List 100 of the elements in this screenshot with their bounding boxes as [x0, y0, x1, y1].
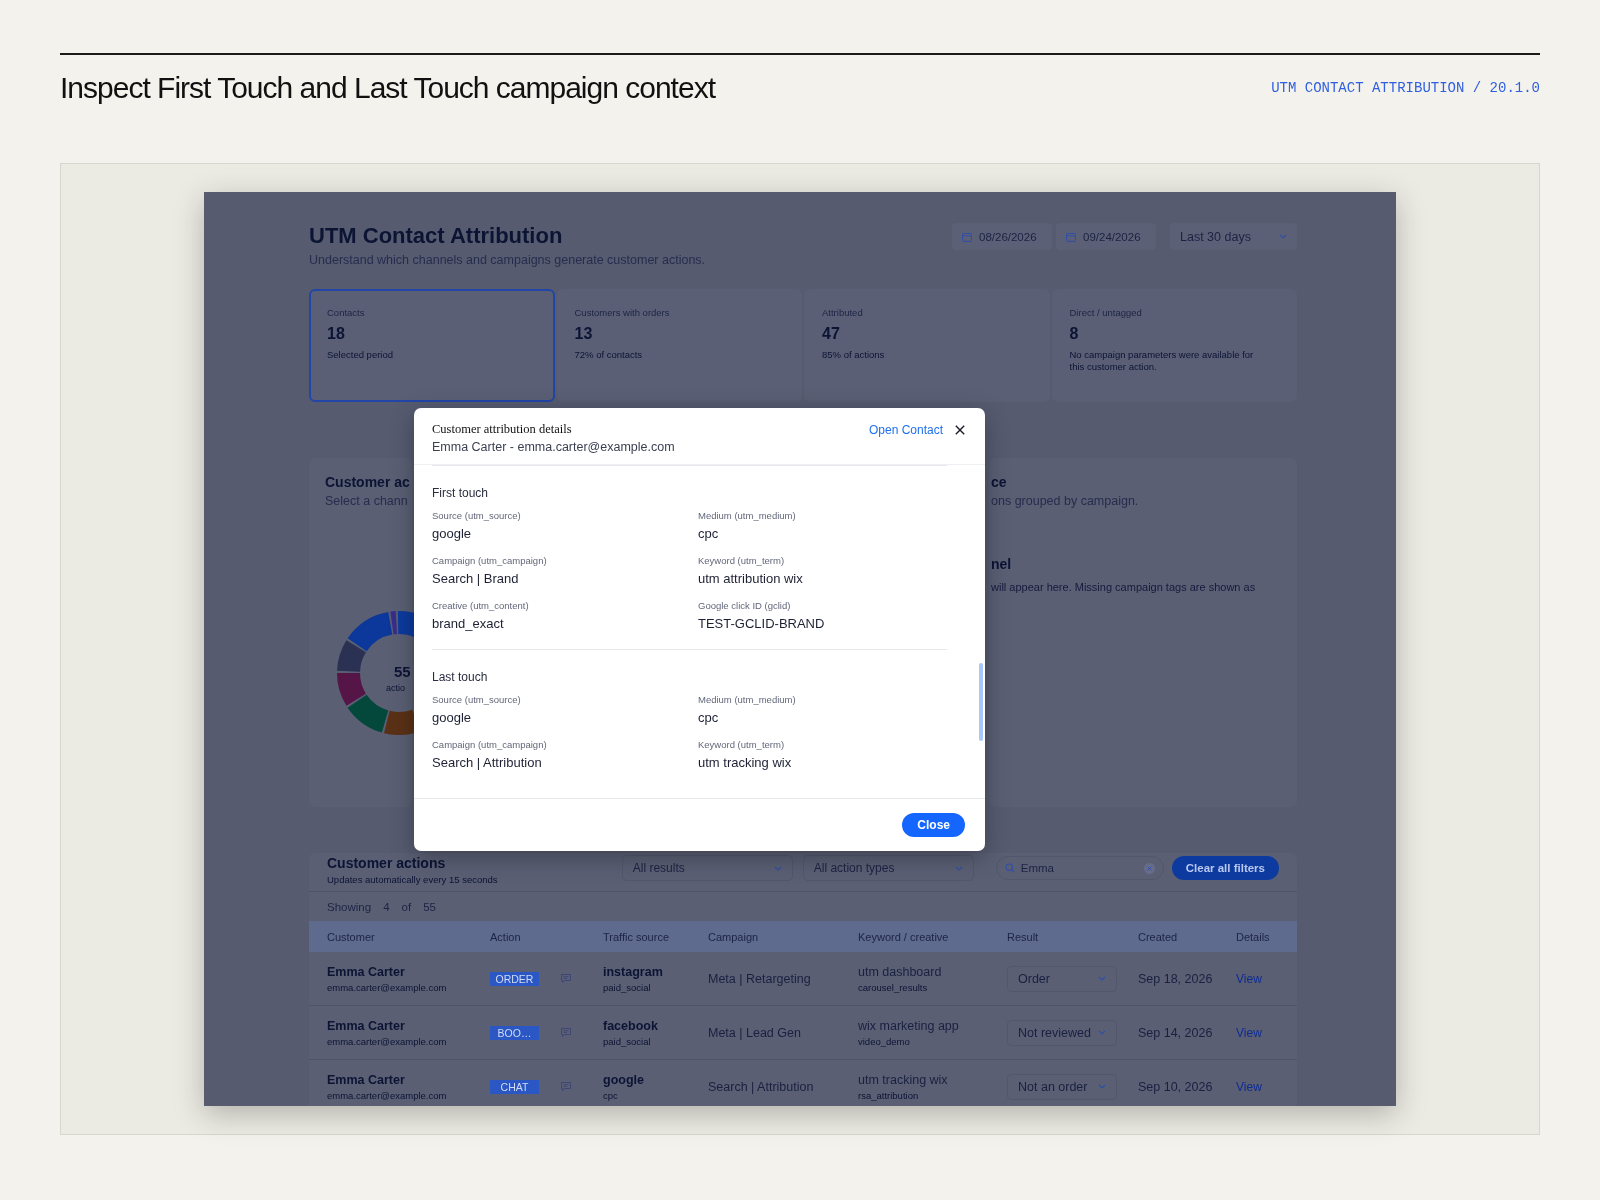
creative-text: rsa_attribution [858, 1089, 919, 1101]
field-label: Source (utm_source) [432, 694, 522, 705]
close-icon[interactable] [955, 425, 965, 435]
section-title: nel [991, 556, 1013, 572]
field-label: Source (utm_source) [432, 510, 522, 521]
panel-title: Customer actions [327, 855, 447, 871]
column-header: Created [1138, 930, 1179, 943]
dialog-title: Customer attribution details [432, 422, 573, 437]
chart-total: 55 [394, 663, 411, 680]
field-label: Keyword (utm_term) [698, 739, 786, 750]
chevron-down-icon [1098, 1030, 1106, 1035]
scrollbar-thumb[interactable] [979, 663, 983, 741]
section-title: Last touch [432, 670, 489, 684]
campaign-cell-text: Meta | Lead Gen [708, 1025, 802, 1040]
stat-note: No campaign parameters were available for this customer action. [1069, 349, 1255, 373]
source-name: facebook [603, 1018, 658, 1033]
customer-email: emma.carter@example.com [327, 981, 447, 993]
campaign-cell-text: Search | Attribution [708, 1079, 815, 1094]
field-label: Google click ID (gclid) [698, 600, 792, 611]
showing-total: 55 [423, 901, 436, 913]
comment-icon[interactable] [561, 1028, 571, 1037]
view-link[interactable]: View [1236, 971, 1297, 986]
customer-name: Emma Carter [327, 964, 405, 979]
source-medium: paid_social [603, 1035, 651, 1047]
creative-text: video_demo [858, 1035, 910, 1047]
action-tag: CHAT [490, 1079, 539, 1094]
result-dropdown[interactable]: Not reviewed [1007, 1019, 1117, 1046]
clear-filters-button[interactable]: Clear all filters [1171, 856, 1279, 880]
chart-caption: actio [386, 683, 405, 693]
date-range-dropdown[interactable]: Last 30 days [1170, 223, 1297, 250]
calendar-icon [1066, 231, 1076, 242]
section-title: First touch [432, 486, 489, 500]
chevron-down-icon [954, 865, 963, 871]
end-date-field[interactable]: 09/24/2026 [1056, 223, 1156, 250]
field-value: google [432, 710, 473, 725]
close-button[interactable]: Close [902, 813, 965, 837]
comment-icon[interactable] [561, 974, 571, 983]
panel-title: ce [991, 474, 1008, 490]
stat-note: 85% of actions [822, 349, 886, 361]
field-value: TEST-GCLID-BRAND [698, 616, 826, 631]
chevron-down-icon [1279, 234, 1287, 239]
result-dropdown[interactable]: Order [1007, 965, 1117, 992]
stat-note: Selected period [327, 349, 395, 361]
comment-icon[interactable] [561, 1082, 571, 1091]
column-header: Result [1007, 930, 1040, 943]
view-link[interactable]: View [1236, 1025, 1297, 1040]
chevron-down-icon [1098, 1084, 1106, 1089]
stat-value: 47 [822, 325, 841, 343]
column-header: Keyword / creative [858, 930, 950, 943]
column-header: Campaign [708, 930, 760, 943]
filter-dropdown[interactable]: All action types [802, 855, 974, 881]
clear-icon[interactable] [1143, 862, 1155, 874]
source-medium: paid_social [603, 981, 651, 993]
stat-value: 18 [327, 325, 346, 343]
action-tag: ORDER [490, 971, 539, 986]
creative-text: carousel_results [858, 981, 928, 993]
calendar-icon [962, 231, 972, 242]
section-note: will appear here. Missing campaign tags are shown as [991, 581, 1257, 593]
start-date-field[interactable]: 08/26/2026 [952, 223, 1052, 250]
chevron-down-icon [773, 865, 782, 871]
field-value: utm tracking wix [698, 755, 793, 770]
action-tag: BOO… [490, 1025, 539, 1040]
customer-email: emma.carter@example.com [327, 1089, 447, 1101]
customer-name: Emma Carter [327, 1072, 405, 1087]
stat-value: 13 [574, 325, 594, 343]
field-value: brand_exact [432, 616, 505, 631]
source-medium: cpc [603, 1089, 618, 1101]
field-value: google [432, 526, 473, 541]
field-label: Keyword (utm_term) [698, 555, 786, 566]
created-date: Sep 18, 2026 [1138, 971, 1214, 986]
customer-name: Emma Carter [327, 1018, 405, 1033]
source-name: google [603, 1072, 644, 1087]
panel-subtitle: Updates automatically every 15 seconds [327, 874, 498, 885]
stat-value: 8 [1069, 325, 1080, 343]
dialog-subtitle: Emma Carter - emma.carter@example.com [432, 440, 675, 454]
field-label: Campaign (utm_campaign) [432, 739, 548, 750]
field-value: Search | Attribution [432, 755, 543, 770]
field-label: Medium (utm_medium) [698, 694, 797, 705]
field-value: cpc [698, 710, 720, 725]
field-value: utm attribution wix [698, 571, 804, 586]
keyword-text: utm dashboard [858, 964, 942, 979]
keyword-text: utm tracking wix [858, 1072, 948, 1087]
field-label: Medium (utm_medium) [698, 510, 797, 521]
keyword-text: wix marketing app [858, 1018, 959, 1033]
created-date: Sep 14, 2026 [1138, 1025, 1214, 1040]
result-dropdown[interactable]: Not an order [1007, 1073, 1117, 1100]
panel-title: Customer ac [325, 474, 411, 490]
stat-note: 72% of contacts [574, 349, 644, 361]
showing-of: of [401, 901, 412, 913]
field-value: cpc [698, 526, 720, 541]
chevron-down-icon [1098, 976, 1106, 981]
open-contact-link[interactable]: Open Contact [868, 423, 943, 437]
filter-dropdown[interactable]: All results [621, 855, 793, 881]
column-header: Action [490, 930, 522, 943]
search-icon [1004, 863, 1015, 873]
field-label: Creative (utm_content) [432, 600, 530, 611]
field-value: Search | Brand [432, 571, 520, 586]
column-header: Traffic source [603, 930, 671, 943]
view-link[interactable]: View [1236, 1079, 1297, 1094]
created-date: Sep 10, 2026 [1138, 1079, 1214, 1094]
